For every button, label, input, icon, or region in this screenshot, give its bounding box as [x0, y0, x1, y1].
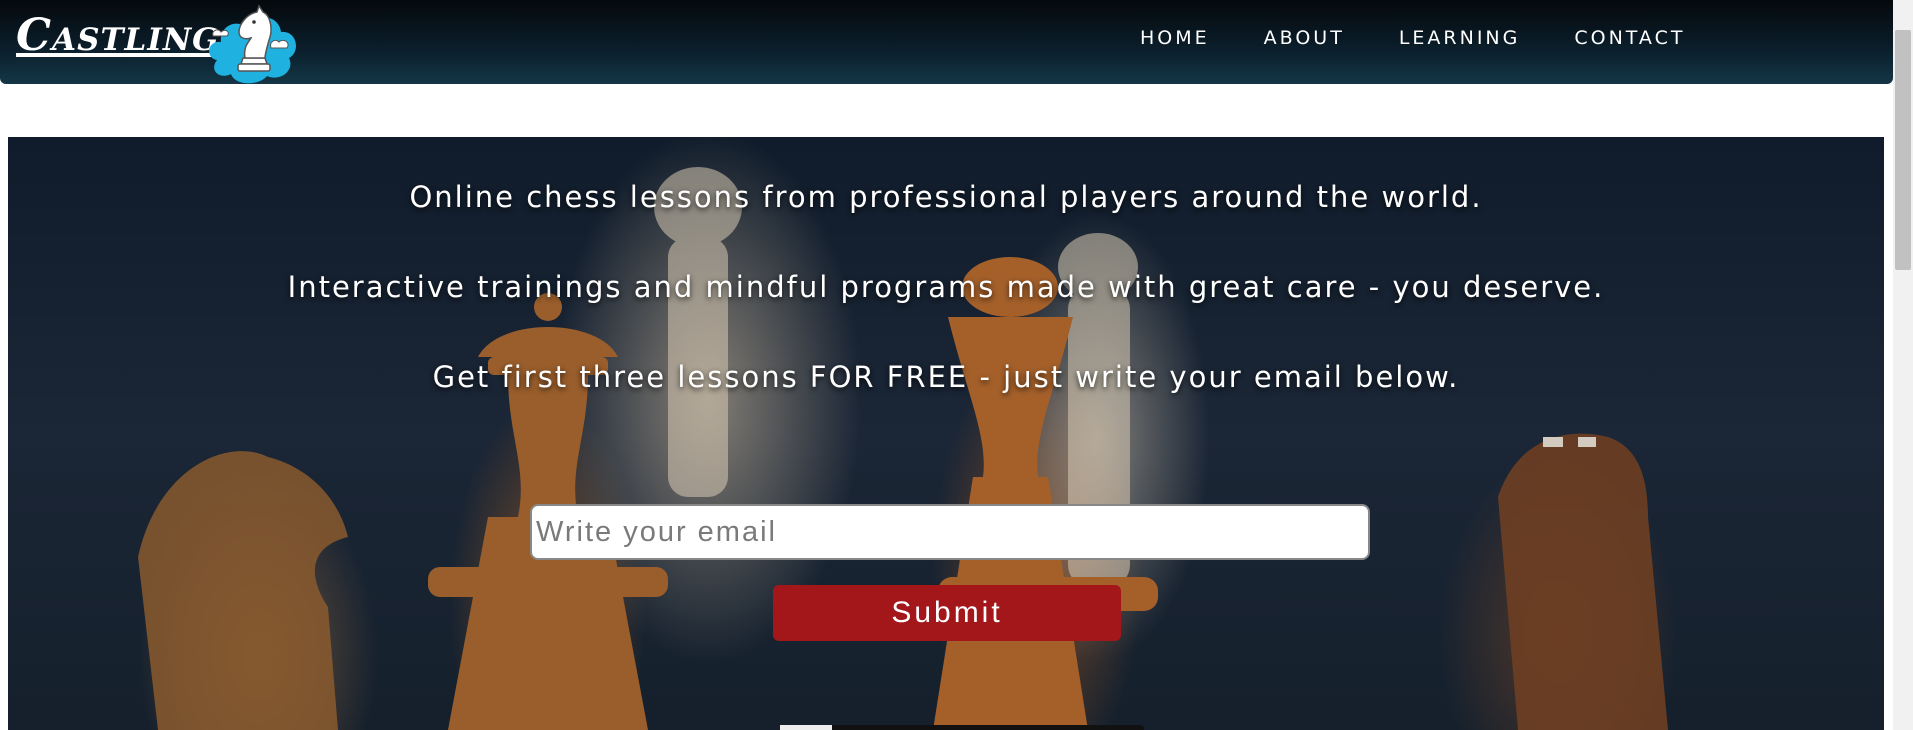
bottom-tab: [780, 725, 1144, 730]
nav-about[interactable]: ABOUT: [1264, 26, 1345, 50]
main-nav: HOME ABOUT LEARNING CONTACT: [1140, 26, 1739, 50]
navbar: Castling HOME ABOUT LEARNING CONTACT: [0, 0, 1893, 84]
scrollbar-thumb[interactable]: [1895, 30, 1911, 270]
submit-button[interactable]: Submit: [773, 585, 1121, 641]
nav-contact[interactable]: CONTACT: [1574, 26, 1685, 50]
hero-line-3: Get first three lessons FOR FREE - just …: [432, 360, 1460, 394]
hero-line-1: Online chess lessons from professional p…: [409, 180, 1483, 214]
hero-line-2: Interactive trainings and mindful progra…: [287, 270, 1605, 304]
email-input[interactable]: [530, 504, 1370, 560]
page-scrollbar[interactable]: [1893, 0, 1913, 730]
chess-pieces-background: [138, 167, 1668, 730]
bottom-tab-highlight: [780, 725, 832, 730]
logo-text[interactable]: Castling: [16, 10, 220, 61]
nav-learning[interactable]: LEARNING: [1399, 26, 1521, 50]
nav-home[interactable]: HOME: [1140, 26, 1210, 50]
knight-cloud-icon[interactable]: [205, 0, 301, 84]
hero-section: Online chess lessons from professional p…: [8, 137, 1884, 730]
